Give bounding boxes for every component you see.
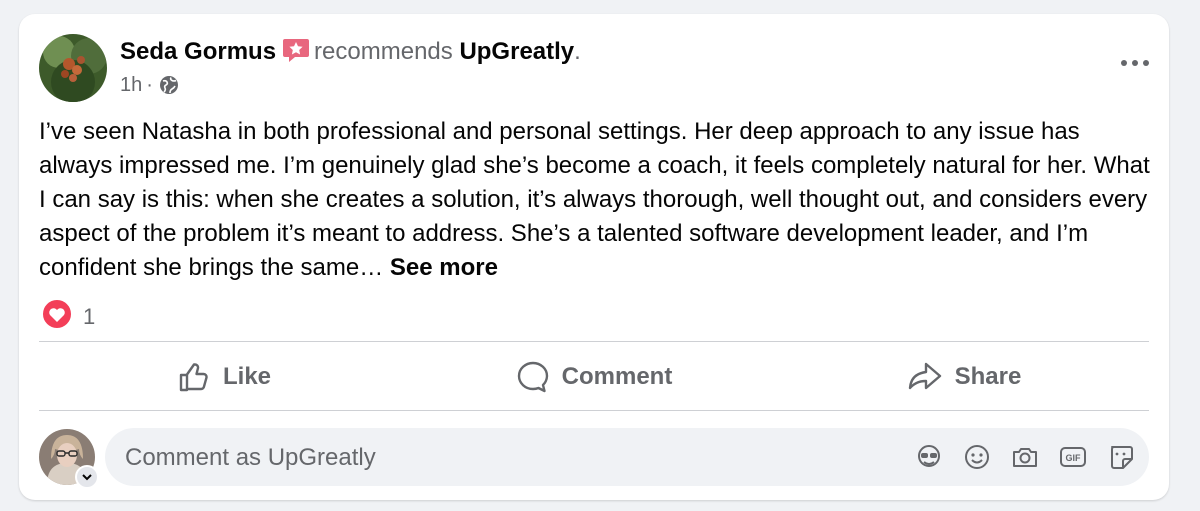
recommends-text: recommends xyxy=(314,38,453,65)
chevron-down-icon[interactable] xyxy=(75,465,99,489)
share-label: Share xyxy=(954,363,1022,390)
action-bar: Like Comment Share xyxy=(39,344,1149,410)
more-options-button[interactable] xyxy=(1115,47,1155,79)
comment-tools: GIF xyxy=(915,443,1135,471)
period: . xyxy=(574,38,581,65)
author-name[interactable]: Seda Gormus xyxy=(120,38,276,65)
post-body: I’ve seen Natasha in both professional a… xyxy=(39,115,1154,285)
share-arrow-icon xyxy=(908,362,941,390)
globe-icon xyxy=(159,75,179,95)
page-name-link[interactable]: UpGreatly xyxy=(459,38,574,65)
camera-icon[interactable] xyxy=(1011,443,1039,471)
post-body-text: I’ve seen Natasha in both professional a… xyxy=(39,118,1150,281)
svg-text:GIF: GIF xyxy=(1066,453,1082,463)
heart-reaction-icon xyxy=(41,298,73,336)
reaction-count: 1 xyxy=(83,304,96,329)
meta-separator: · xyxy=(146,74,153,96)
like-button[interactable]: Like xyxy=(39,344,409,410)
post-time[interactable]: 1h xyxy=(120,72,142,98)
post-meta: 1h · xyxy=(120,72,179,98)
comment-button[interactable]: Comment xyxy=(409,344,779,410)
comment-composer: GIF xyxy=(39,428,1149,489)
speech-bubble-icon xyxy=(517,361,548,393)
author-line: Seda Gormus recommends UpGreatly. xyxy=(120,36,581,67)
gif-icon[interactable]: GIF xyxy=(1059,443,1087,471)
thumbs-up-icon xyxy=(179,363,208,392)
comment-box: GIF xyxy=(105,428,1149,488)
reactions-summary[interactable]: 1 xyxy=(41,298,95,336)
comment-label: Comment xyxy=(561,363,673,390)
current-user-avatar[interactable] xyxy=(39,429,99,489)
emoji-icon[interactable] xyxy=(963,443,991,471)
sticker-icon[interactable] xyxy=(1107,443,1135,471)
more-options-icon xyxy=(1121,60,1149,66)
post-card: Seda Gormus recommends UpGreatly. 1h · I’… xyxy=(19,14,1169,500)
like-label: Like xyxy=(222,363,272,390)
comment-input[interactable] xyxy=(123,428,887,488)
star-badge-icon xyxy=(282,36,310,64)
divider-bottom xyxy=(39,410,1149,411)
share-button[interactable]: Share xyxy=(779,344,1149,410)
author-avatar[interactable] xyxy=(39,34,107,102)
see-more-link[interactable]: See more xyxy=(390,254,498,281)
divider-top xyxy=(39,341,1149,342)
avatar-sticker-icon[interactable] xyxy=(915,443,943,471)
